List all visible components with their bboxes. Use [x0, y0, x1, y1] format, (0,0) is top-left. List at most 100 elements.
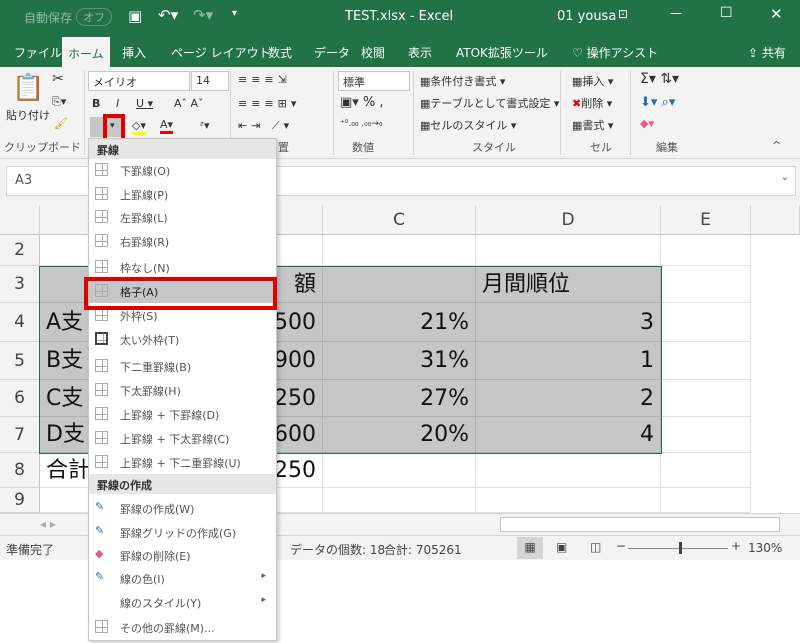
horizontal-scrollbar[interactable] [500, 517, 780, 532]
tab-file[interactable]: ファイル [8, 41, 68, 64]
row-header-3[interactable]: 3 [0, 266, 40, 303]
menu-item-border-12[interactable]: 上罫線 + 下二重罫線(U) [89, 451, 276, 474]
menu-item-border-9[interactable]: 下太罫線(H) [89, 379, 276, 402]
fill-find-icons[interactable]: ⬇▾ ⌕▾ [640, 95, 675, 110]
ribbon-display-icon[interactable]: ⊡ [618, 7, 628, 21]
save-icon[interactable]: ▣ [128, 7, 142, 25]
vertical-align-icons[interactable]: ≡≡≡⇲ [238, 73, 291, 86]
select-all-corner[interactable] [0, 205, 40, 235]
paste-icon[interactable]: 📋 [12, 73, 44, 103]
menu-item-draw-0[interactable]: ✎ 罫線の作成(W) [89, 497, 276, 520]
tab-view[interactable]: 表示 [402, 41, 438, 64]
cell-e3[interactable] [661, 266, 751, 303]
menu-item-border-7[interactable]: 太い外枠(T) [89, 328, 276, 351]
font-name-select[interactable]: メイリオ [88, 71, 190, 91]
italic-button[interactable]: I [116, 97, 119, 110]
cell-styles-button[interactable]: ▦セルのスタイル ▾ [420, 117, 516, 133]
menu-item-border-0[interactable]: 下罫線(O) [89, 159, 276, 182]
redo-icon[interactable]: ↷▾ [193, 6, 213, 24]
cell-e6[interactable] [661, 380, 751, 417]
autosum-icon[interactable]: Σ▾ ⇅▾ [640, 71, 679, 87]
currency-percent-icons[interactable]: ▣▾ % , [340, 95, 384, 110]
menu-item-border-4[interactable]: 枠なし(N) [89, 256, 276, 279]
tab-page-layout[interactable]: ページ レイアウト [165, 41, 277, 64]
insert-cells-button[interactable]: ▦挿入 ▾ [572, 73, 613, 89]
row-header-4[interactable]: 4 [0, 303, 40, 342]
collapse-ribbon-icon[interactable]: ^ [772, 139, 781, 152]
menu-item-border-10[interactable]: 上罫線 + 下罫線(D) [89, 403, 276, 426]
row-header-2[interactable]: 2 [0, 235, 40, 266]
sheet-nav-arrows[interactable]: ◂ ▸ [40, 517, 56, 531]
cell-d8[interactable] [476, 453, 661, 488]
minimize-icon[interactable]: — [670, 6, 682, 20]
cut-icon[interactable]: ✂ [52, 71, 64, 87]
cell-e9[interactable] [661, 488, 751, 513]
row-header-8[interactable]: 8 [0, 453, 40, 488]
menu-item-border-11[interactable]: 上罫線 + 下太罫線(C) [89, 427, 276, 450]
tab-insert[interactable]: 挿入 [116, 41, 152, 64]
bold-button[interactable]: B [92, 97, 100, 110]
user-name[interactable]: 01 yousa [557, 9, 616, 24]
cell-c9[interactable] [323, 488, 476, 513]
page-layout-view-icon[interactable]: ▣ [556, 540, 567, 554]
grow-font-icon[interactable]: Aˆ Aˇ [174, 97, 204, 110]
cell-c2[interactable] [323, 235, 476, 266]
cell-e8[interactable] [661, 453, 751, 488]
chevron-down-icon[interactable]: ⌄ [781, 172, 789, 183]
column-header-e[interactable]: E [661, 205, 751, 235]
page-break-view-icon[interactable]: ◫ [590, 540, 601, 554]
cell-e4[interactable] [661, 303, 751, 342]
tab-data[interactable]: データ [308, 41, 356, 64]
menu-item-border-2[interactable]: 左罫線(L) [89, 206, 276, 229]
tab-atok[interactable]: ATOK拡張ツール [450, 41, 554, 64]
indent-icons[interactable]: ⇤⇥ ⟋▾ [238, 119, 293, 133]
cell-d2[interactable] [476, 235, 661, 266]
row-header-7[interactable]: 7 [0, 417, 40, 453]
zoom-in-button[interactable]: + [731, 539, 741, 553]
menu-item-border-8[interactable]: 下二重罫線(B) [89, 355, 276, 378]
menu-item-draw-5[interactable]: その他の罫線(M)... [89, 616, 276, 639]
cell-c8[interactable] [323, 453, 476, 488]
format-painter-icon[interactable]: 🖌 [54, 117, 68, 130]
column-header-c[interactable]: C [323, 205, 476, 235]
cell-e2[interactable] [661, 235, 751, 266]
customize-qat-icon[interactable]: ▾ [232, 8, 237, 19]
delete-cells-button[interactable]: ✖削除 ▾ [572, 95, 612, 111]
fill-color-icon[interactable]: ◇▾ [132, 119, 146, 135]
normal-view-icon[interactable]: ▦ [517, 537, 543, 559]
font-color-icon[interactable]: A▾ [160, 118, 174, 134]
autosave-toggle[interactable]: オフ [76, 8, 112, 26]
row-header-5[interactable]: 5 [0, 342, 40, 380]
row-header-9[interactable]: 9 [0, 488, 40, 513]
undo-icon[interactable]: ↶▾ [158, 6, 178, 24]
row-header-6[interactable]: 6 [0, 380, 40, 417]
menu-item-draw-4[interactable]: 線のスタイル(Y) ▸ [89, 591, 276, 614]
cell-e7[interactable] [661, 417, 751, 453]
close-icon[interactable]: ✕ [770, 5, 783, 23]
cell-d9[interactable] [476, 488, 661, 513]
tell-me[interactable]: ♡ 操作アシスト [566, 41, 664, 64]
horizontal-align-icons[interactable]: ≡≡≡⊞▾ [238, 97, 300, 110]
font-size-select[interactable]: 14 [191, 71, 229, 91]
menu-item-draw-2[interactable]: ◆ 罫線の削除(E) [89, 544, 276, 567]
menu-item-border-1[interactable]: 上罫線(P) [89, 183, 276, 206]
number-format-select[interactable]: 標準 [338, 71, 410, 91]
decimal-icons[interactable]: ⁺⁰.₀₀ .₀₀→₀ [340, 119, 383, 129]
tab-formulas[interactable]: 数式 [262, 41, 298, 64]
clear-icon[interactable]: ◆▾ [640, 117, 654, 130]
cell-e5[interactable] [661, 342, 751, 380]
format-cells-button[interactable]: ▦書式 ▾ [572, 117, 613, 133]
copy-icon[interactable]: ⎘▾ [52, 95, 66, 109]
share-button[interactable]: ⇪ 共有 [742, 41, 792, 64]
zoom-out-button[interactable]: − [616, 539, 626, 553]
column-header-d[interactable]: D [476, 205, 661, 235]
zoom-slider[interactable] [628, 548, 728, 549]
maximize-icon[interactable]: ☐ [720, 5, 733, 21]
zoom-level[interactable]: 130% [748, 541, 782, 555]
tab-home[interactable]: ホーム [62, 37, 110, 67]
menu-item-draw-1[interactable]: ✎ 罫線グリッドの作成(G) [89, 521, 276, 544]
menu-item-draw-3[interactable]: ✎ 線の色(I) ▸ [89, 567, 276, 590]
conditional-format-button[interactable]: ▦条件付き書式 ▾ [420, 73, 505, 89]
tab-review[interactable]: 校閲 [355, 41, 391, 64]
phonetic-icon[interactable]: ᶻ▾ [200, 119, 210, 132]
